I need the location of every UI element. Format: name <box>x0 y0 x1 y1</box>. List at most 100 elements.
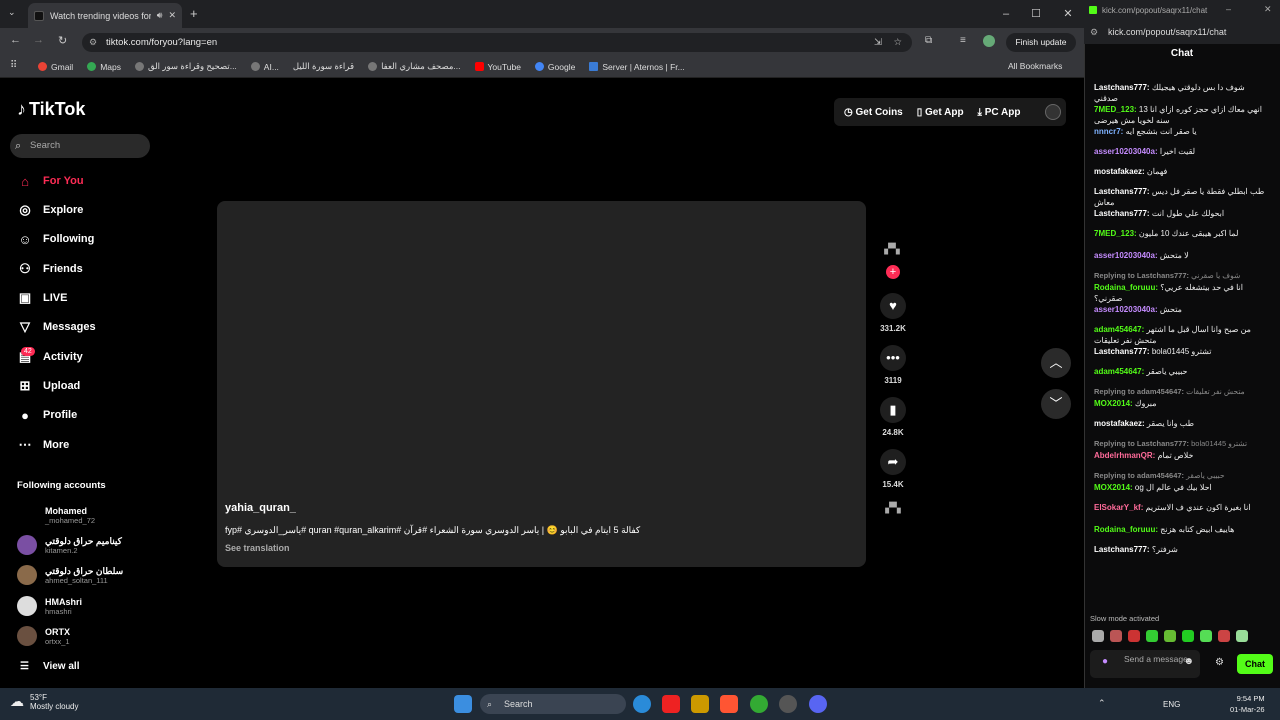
see-translation-link[interactable]: See translation <box>225 543 290 553</box>
chat-username[interactable]: nnncr7: <box>1094 127 1123 136</box>
youtube-app-icon[interactable] <box>662 695 680 713</box>
like-button[interactable]: ♥ 331.2K <box>878 293 908 333</box>
next-video-button[interactable]: ﹀ <box>1041 389 1071 419</box>
chat-username[interactable]: mostafakaez: <box>1094 419 1145 428</box>
chat-username[interactable]: Lastchans777: <box>1094 545 1150 554</box>
app-icon[interactable] <box>691 695 709 713</box>
chat-username[interactable]: asser10203040a: <box>1094 305 1158 314</box>
chat-username[interactable]: mostafakaez: <box>1094 167 1145 176</box>
chrome-icon[interactable] <box>750 695 768 713</box>
bookmark-gmail[interactable]: Gmail <box>38 62 73 72</box>
brave-icon[interactable] <box>720 695 738 713</box>
tiktok-logo[interactable]: ♪ TikTok <box>17 99 85 120</box>
search-input[interactable]: ⌕ Search <box>10 134 150 158</box>
nav-messages[interactable]: ▽ Messages <box>17 316 157 338</box>
chat-username[interactable]: Rodaina_foruuu: <box>1094 525 1158 534</box>
nav-activity[interactable]: ▤ Activity <box>17 346 157 368</box>
bookmark-star-icon[interactable]: ☆ <box>893 33 902 52</box>
emote-icon[interactable] <box>1092 630 1104 642</box>
nav-for-you[interactable]: ⌂ For You <box>17 170 157 192</box>
send-message-input[interactable]: ● Send a message ☻ <box>1090 650 1200 678</box>
chat-username[interactable]: asser10203040a: <box>1094 251 1158 260</box>
chat-username[interactable]: adam454647: <box>1094 325 1144 334</box>
nav-following[interactable]: ☺ Following <box>17 228 157 250</box>
emoji-icon[interactable]: ☻ <box>1183 657 1194 667</box>
chat-username[interactable]: Rodaina_foruuu: <box>1094 283 1158 292</box>
bookmark-quran-2[interactable]: قراءة سورة الليل <box>293 61 354 72</box>
chat-username[interactable]: MOX2014: <box>1094 483 1133 492</box>
account-item[interactable]: سلطان حراق دلوقتي ahmed_soltan_111 <box>17 561 157 589</box>
chat-username[interactable]: Replying to Lastchans777: <box>1094 439 1189 448</box>
chat-username[interactable]: 7MED_123: <box>1094 105 1137 114</box>
discord-icon[interactable] <box>809 695 827 713</box>
mic-icon[interactable]: ● <box>1102 657 1108 667</box>
account-item[interactable]: HMAshri hmashri <box>17 592 157 620</box>
apps-grid-icon[interactable]: ⠿ <box>10 60 17 71</box>
weather-widget[interactable]: ☁ 53°F Mostly cloudy <box>10 693 78 711</box>
speaker-icon[interactable]: 🔊︎ <box>157 10 163 21</box>
follow-plus-icon[interactable]: + <box>886 265 900 279</box>
site-info-icon[interactable]: ⚙ <box>89 33 97 52</box>
all-bookmarks[interactable]: All Bookmarks <box>1008 61 1062 71</box>
get-app-button[interactable]: ▯ Get App <box>917 107 964 118</box>
minimize-icon[interactable]: – <box>998 6 1014 22</box>
reload-icon[interactable]: ↻ <box>58 34 67 47</box>
user-avatar[interactable] <box>1044 104 1061 120</box>
account-item[interactable]: كيناميم حراق دلوقتي kitamen.2 <box>17 531 157 559</box>
bookmark-maps[interactable]: Maps <box>87 62 121 72</box>
chat-send-button[interactable]: Chat <box>1237 654 1273 674</box>
edge-icon[interactable] <box>633 695 651 713</box>
new-tab-button[interactable]: + <box>190 6 198 21</box>
bookmark-google[interactable]: Google <box>534 62 575 72</box>
install-icon[interactable]: ⇲ <box>874 33 882 52</box>
nav-upload[interactable]: ⊞ Upload <box>17 375 157 397</box>
back-icon[interactable]: ← <box>10 34 21 46</box>
bookmark-quran-1[interactable]: تصحيح وقراءة سور الق... <box>135 61 237 72</box>
bookmark-ai[interactable]: AI... <box>250 62 279 72</box>
emote-icon[interactable] <box>1182 630 1194 642</box>
language-indicator[interactable]: ENG <box>1163 700 1180 709</box>
save-button[interactable]: ▮ 24.8K <box>878 397 908 437</box>
close-window-icon[interactable]: ✕ <box>1060 6 1076 22</box>
chat-username[interactable]: Replying to Lastchans777: <box>1094 271 1189 280</box>
active-tab[interactable]: Watch trending videos for y 🔊︎ ✕ <box>28 3 182 28</box>
nav-friends[interactable]: ⚇ Friends <box>17 258 157 280</box>
close-tab-icon[interactable]: ✕ <box>168 10 176 21</box>
creator-avatar[interactable]: ▞▚ <box>878 244 906 264</box>
account-item[interactable]: Mohamed _mohamed_72 <box>17 501 157 529</box>
video-player[interactable] <box>217 201 866 567</box>
tray-chevron-icon[interactable]: ⌃ <box>1098 698 1106 709</box>
nav-more[interactable]: ⋯ More <box>17 434 157 456</box>
share-button[interactable]: ➦ 15.4K <box>878 449 908 489</box>
chat-minimize-icon[interactable]: – <box>1226 4 1231 14</box>
comment-button[interactable]: ••• 3119 <box>878 345 908 385</box>
emote-icon[interactable] <box>1218 630 1230 642</box>
emote-icon[interactable] <box>1110 630 1122 642</box>
chat-url[interactable]: kick.com/popout/saqrx11/chat <box>1084 22 1280 44</box>
site-info-icon[interactable]: ⚙ <box>1090 27 1098 38</box>
bookmark-aternos[interactable]: Server | Aternos | Fr... <box>589 62 685 72</box>
chat-username[interactable]: Lastchans777: <box>1094 209 1150 218</box>
emote-icon[interactable] <box>1146 630 1158 642</box>
chat-close-icon[interactable]: ✕ <box>1264 4 1272 15</box>
finish-update-button[interactable]: Finish update <box>1006 33 1076 52</box>
chat-username[interactable]: asser10203040a: <box>1094 147 1158 156</box>
clock[interactable]: 9:54 PM 01-Mar-26 <box>1230 693 1265 715</box>
app-icon[interactable] <box>779 695 797 713</box>
start-icon[interactable] <box>454 695 472 713</box>
chat-username[interactable]: Lastchans777: <box>1094 347 1150 356</box>
forward-icon[interactable]: → <box>33 34 44 46</box>
chat-username[interactable]: 7MED_123: <box>1094 229 1137 238</box>
get-coins-button[interactable]: ◷ Get Coins <box>844 107 903 118</box>
emote-icon[interactable] <box>1128 630 1140 642</box>
previous-video-button[interactable]: ︿ <box>1041 348 1071 378</box>
chat-username[interactable]: adam454647: <box>1094 367 1144 376</box>
emote-icon[interactable] <box>1164 630 1176 642</box>
bookmark-youtube[interactable]: YouTube <box>474 62 521 72</box>
chat-username[interactable]: Lastchans777: <box>1094 83 1150 92</box>
emote-icon[interactable] <box>1200 630 1212 642</box>
profile-avatar[interactable] <box>983 35 995 47</box>
emote-icon[interactable] <box>1236 630 1248 642</box>
view-all-link[interactable]: ☰ View all <box>20 661 79 672</box>
settings-gear-icon[interactable]: ⚙ <box>1215 657 1224 668</box>
